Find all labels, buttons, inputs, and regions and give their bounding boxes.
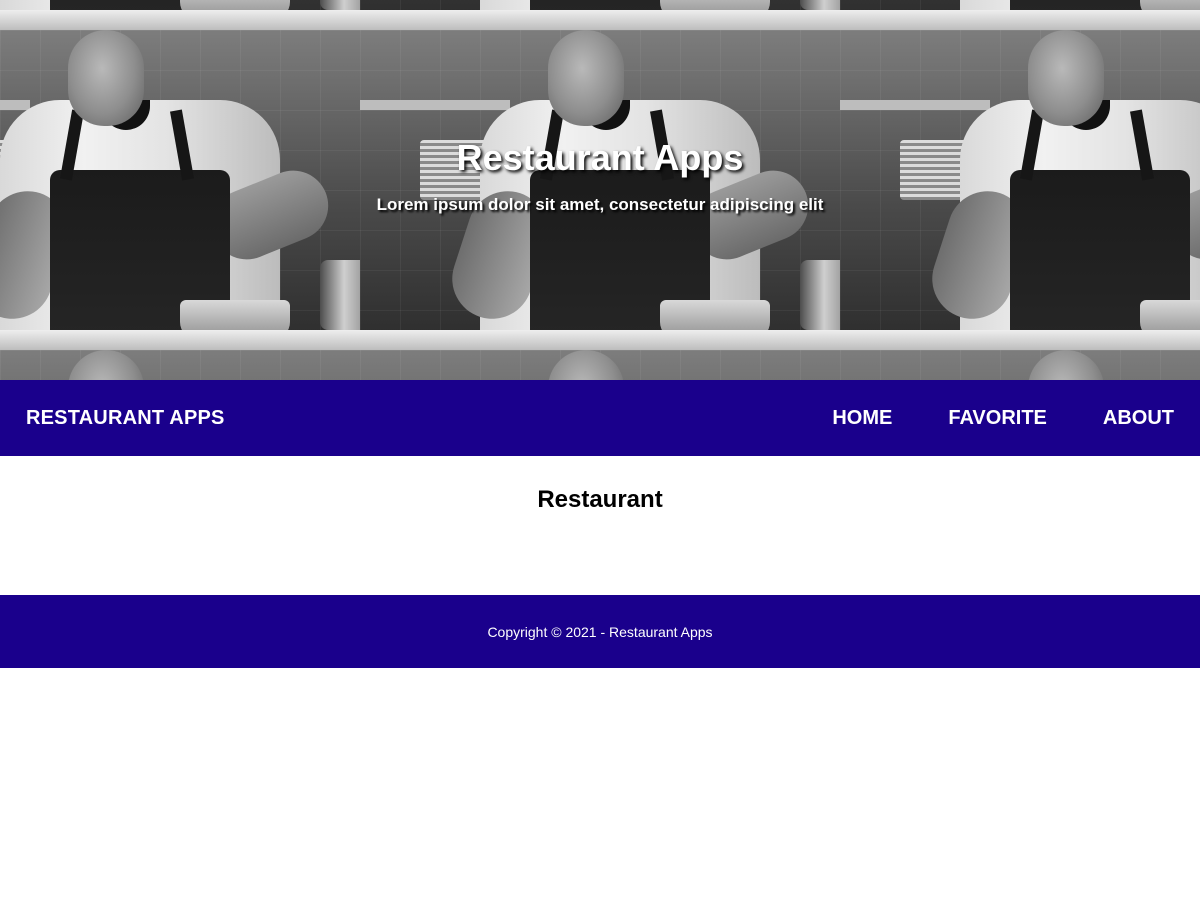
nav-link-favorite[interactable]: FAVORITE: [948, 407, 1047, 430]
footer: Copyright © 2021 - Restaurant Apps: [0, 595, 1200, 668]
nav-item-favorite: FAVORITE: [948, 407, 1047, 430]
main-content: Restaurant: [0, 456, 1200, 595]
navbar: RESTAURANT APPS HOME FAVORITE ABOUT: [0, 380, 1200, 456]
nav-item-about: ABOUT: [1103, 407, 1174, 430]
nav-list: HOME FAVORITE ABOUT: [832, 407, 1174, 430]
hero-title: Restaurant Apps: [456, 137, 744, 178]
restaurant-section-title: Restaurant: [537, 486, 663, 513]
hero-section: Restaurant Apps Lorem ipsum dolor sit am…: [0, 0, 1200, 380]
nav-link-about[interactable]: ABOUT: [1103, 407, 1174, 430]
hero-overlay: Restaurant Apps Lorem ipsum dolor sit am…: [0, 0, 1200, 380]
hero-subtitle: Lorem ipsum dolor sit amet, consectetur …: [376, 195, 824, 214]
brand-link[interactable]: RESTAURANT APPS: [26, 407, 225, 430]
nav-item-home: HOME: [832, 407, 892, 430]
footer-copyright: Copyright © 2021 - Restaurant Apps: [487, 623, 713, 640]
nav-link-home[interactable]: HOME: [832, 407, 892, 430]
